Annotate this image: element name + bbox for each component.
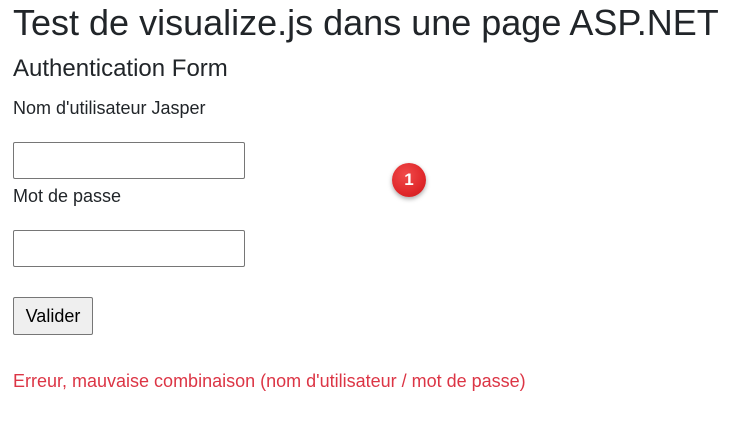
page-title: Test de visualize.js dans une page ASP.N… [13,2,719,43]
username-input[interactable] [13,142,245,179]
step-marker-badge: 1 [392,163,426,197]
form-title: Authentication Form [13,55,228,82]
submit-button[interactable]: Valider [13,297,93,335]
error-message: Erreur, mauvaise combinaison (nom d'util… [13,371,526,391]
username-label: Nom d'utilisateur Jasper [13,98,206,118]
password-input[interactable] [13,230,245,267]
password-label: Mot de passe [13,186,122,206]
